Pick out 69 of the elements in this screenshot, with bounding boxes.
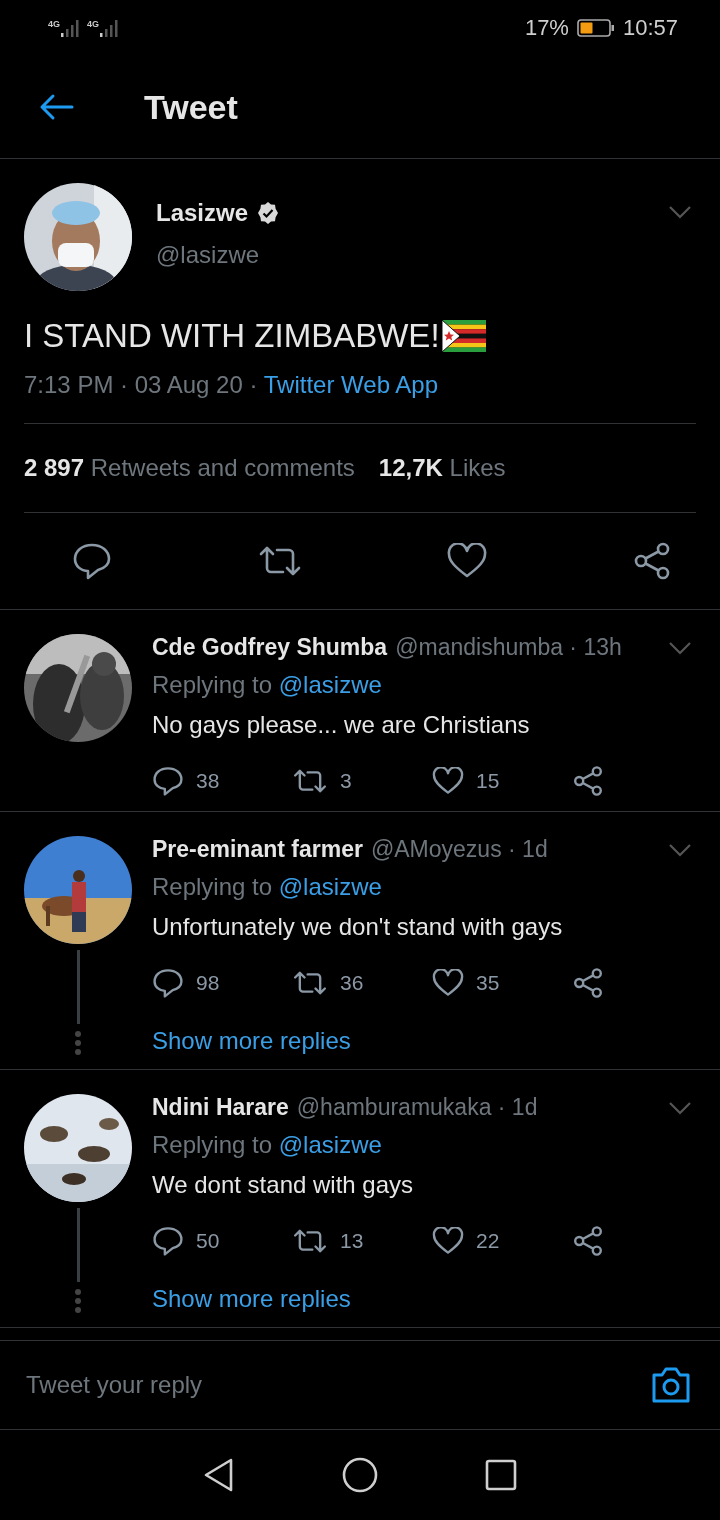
reply-icon[interactable] [152,1226,184,1256]
mention-link[interactable]: @lasizwe [278,671,382,698]
reply-count: 98 [196,971,220,995]
reply-count: 50 [196,1229,220,1253]
thread-dots-icon [75,1288,81,1314]
stat-count: 12,7K [378,454,443,481]
heart-icon[interactable] [447,543,488,579]
tweet-text: I STAND WITH ZIMBABWE! [24,317,440,355]
reply-icon[interactable] [152,766,184,796]
battery-icon [576,19,615,37]
chevron-down-icon[interactable] [668,640,692,655]
chevron-down-icon[interactable] [668,205,692,219]
like-count: 22 [476,1229,500,1253]
stat-count: 2 897 [24,454,85,481]
retweet-icon[interactable] [292,970,328,996]
reply-text: Unfortunately we don't stand with gays [152,913,564,941]
flag-icon [441,320,486,352]
retweet-icon[interactable] [292,1228,328,1254]
signal-icon [100,19,121,37]
stat-label[interactable]: Likes [449,454,506,481]
home-nav-icon[interactable] [342,1457,378,1493]
retweet-icon[interactable] [292,768,328,794]
share-icon[interactable] [572,765,604,797]
heart-icon[interactable] [432,767,464,795]
back-arrow-icon[interactable] [38,93,74,121]
reply-icon[interactable] [72,542,112,580]
page-title: Tweet [144,87,238,127]
reply-handle-time: @AMoyezus · 1d [370,836,549,863]
replying-to-label: Replying to [152,671,273,698]
battery-percent: 17% [524,15,569,41]
signal-icon [61,19,81,37]
reply-text: No gays please... we are Christians [152,711,531,739]
clock: 10:57 [622,15,678,41]
thread-dots-icon [75,1030,81,1056]
reply-author-name: Cde Godfrey Shumba [152,634,388,661]
network-label: 4G [87,19,100,29]
camera-icon[interactable] [650,1366,692,1404]
mention-link[interactable]: @lasizwe [278,1131,382,1158]
reply-icon[interactable] [152,968,184,998]
like-count: 15 [476,769,500,793]
source-link[interactable]: Twitter Web App [263,371,439,398]
reply-text: We dont stand with gays [152,1171,415,1199]
recents-nav-icon[interactable] [484,1459,517,1491]
share-icon[interactable] [572,967,604,999]
tweet-timestamp: 7:13 PM · 03 Aug 20 · [24,371,258,398]
reply-handle-time: @hamburamukaka · 1d [296,1094,539,1121]
network-label: 4G [48,19,60,29]
show-more-replies-link[interactable]: Show more replies [152,1027,692,1055]
author-handle: @lasizwe [156,241,261,269]
chevron-down-icon[interactable] [668,842,692,857]
show-more-replies-link[interactable]: Show more replies [152,1285,692,1313]
reply-handle-time: @mandishumba · 13h [395,634,623,661]
stat-label[interactable]: Retweets and comments [90,454,355,481]
reply-author-name: Pre-eminant farmer [152,836,363,863]
chevron-down-icon[interactable] [668,1100,692,1115]
retweet-count: 3 [340,769,352,793]
replying-to-label: Replying to [152,873,273,900]
author-name: Lasizwe [156,199,249,227]
retweet-count: 13 [340,1229,364,1253]
like-count: 35 [476,971,500,995]
reply-input-field[interactable]: Tweet your reply [24,1370,650,1400]
reply-count: 38 [196,769,220,793]
heart-icon[interactable] [432,1227,464,1255]
replying-to-label: Replying to [152,1131,273,1158]
heart-icon[interactable] [432,969,464,997]
mention-link[interactable]: @lasizwe [278,873,382,900]
share-icon[interactable] [572,1225,604,1257]
reply-author-name: Ndini Harare [152,1094,289,1121]
retweet-count: 36 [340,971,364,995]
